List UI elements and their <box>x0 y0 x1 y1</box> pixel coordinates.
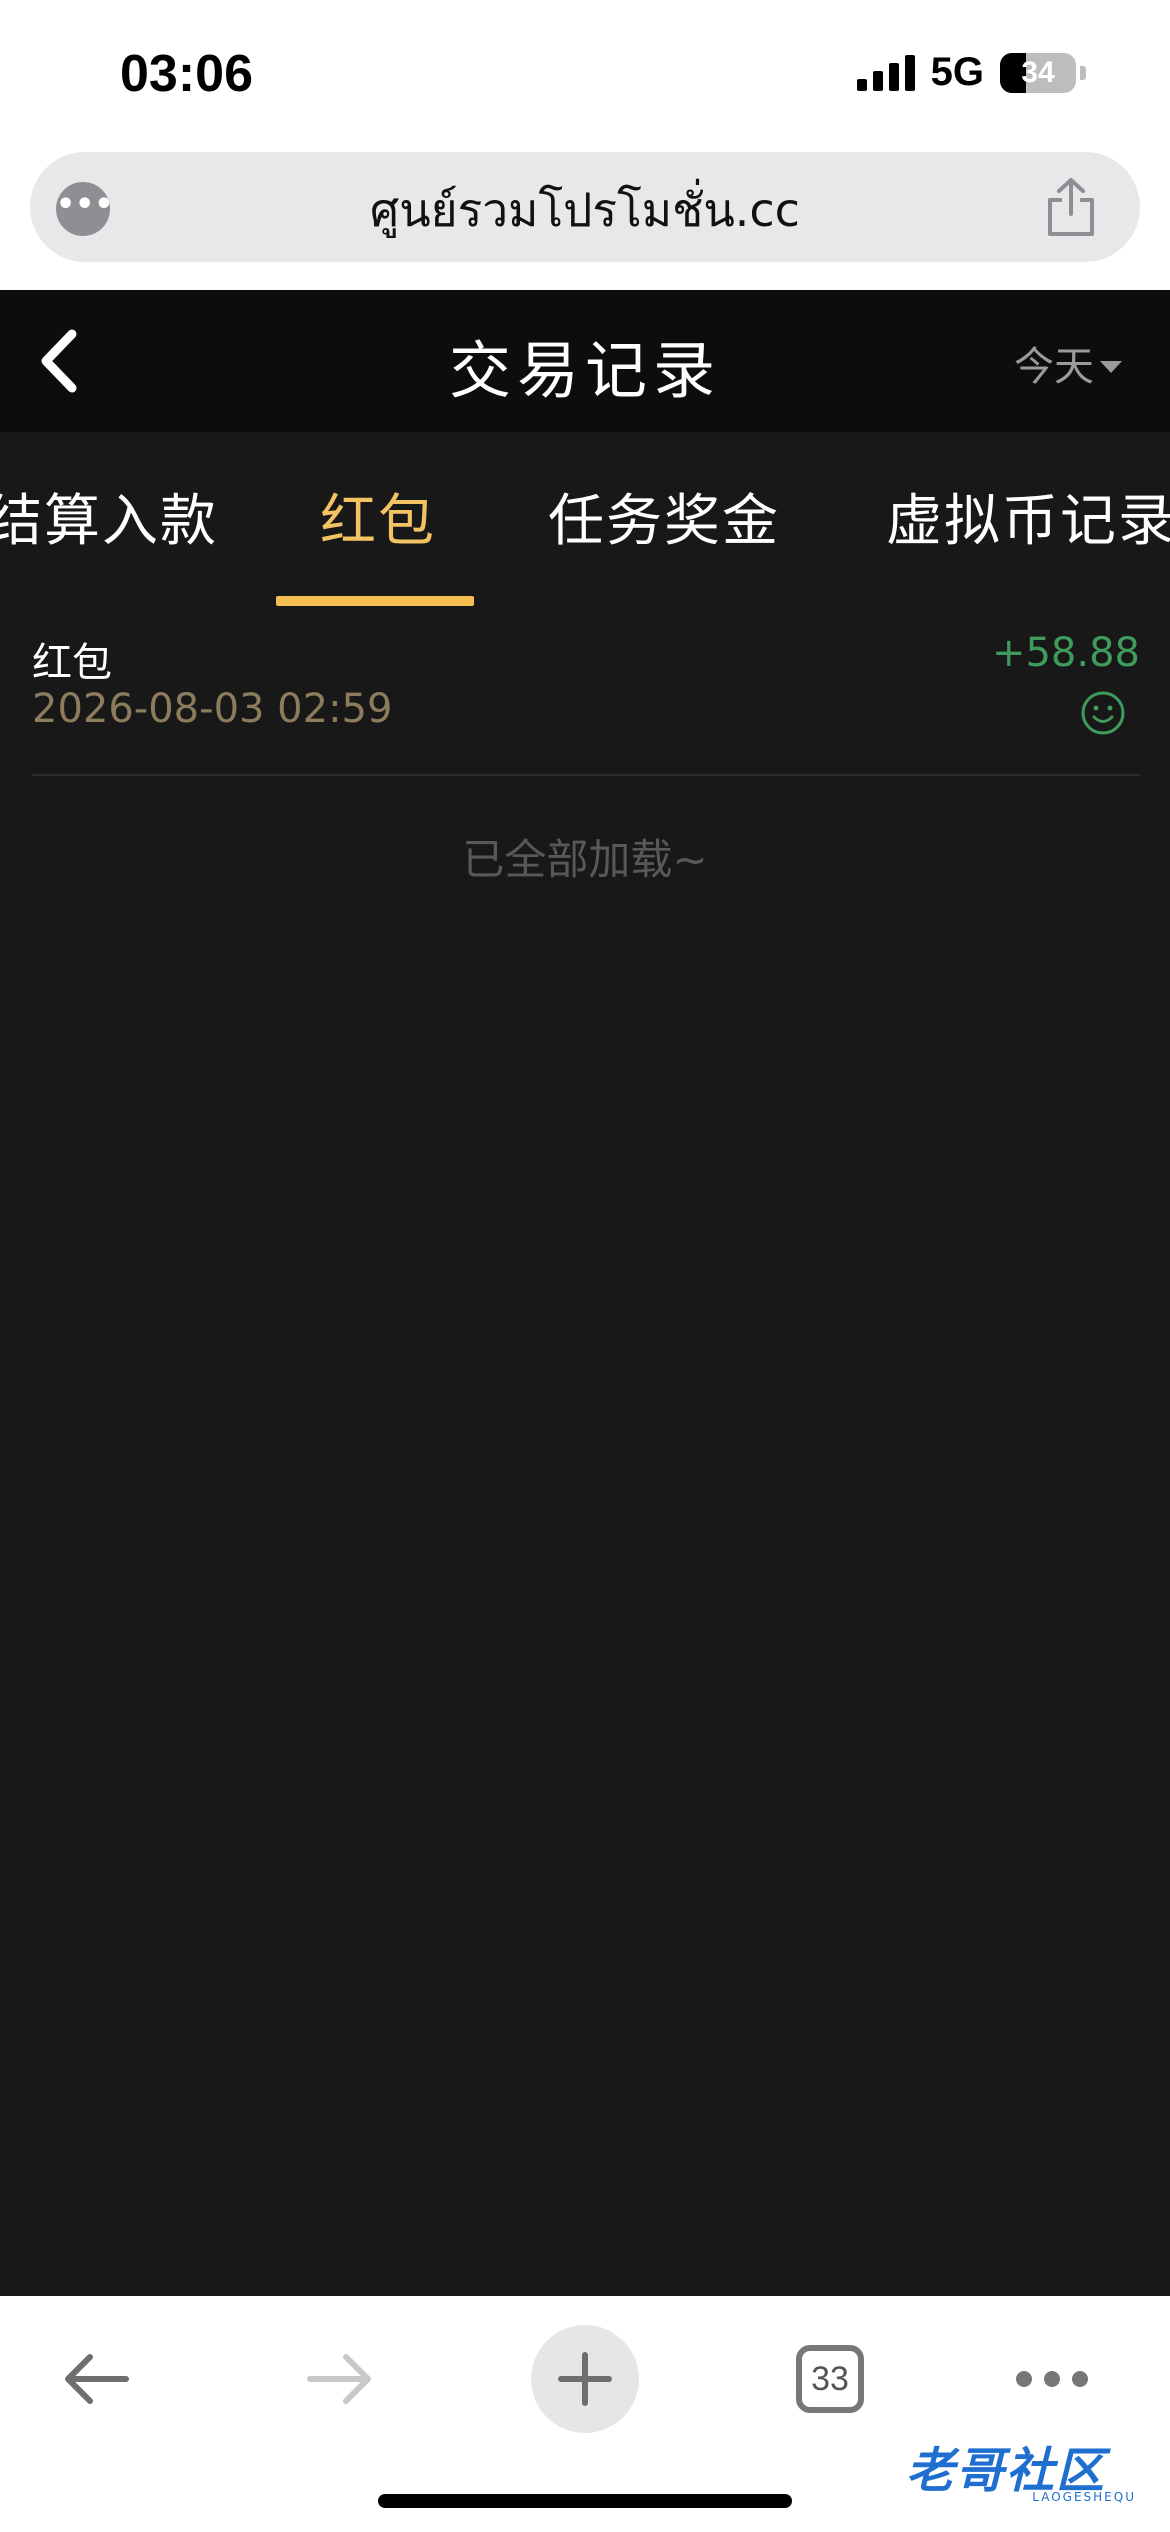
back-button[interactable] <box>36 2324 156 2434</box>
tab-crypto-records[interactable]: 虚拟币记录 <box>886 476 1170 557</box>
list-item[interactable]: 红包 2026-08-03 02:59 +58.88 <box>32 630 1140 776</box>
address-bar[interactable]: ••• ศูนย์รวมโปรโมชั่น.cc <box>30 152 1140 262</box>
tab-count: 33 <box>796 2345 864 2413</box>
new-tab-button[interactable] <box>525 2324 645 2434</box>
list-end-text: 已全部加载~ <box>462 835 708 884</box>
status-time: 03:06 <box>120 45 253 103</box>
battery-tip <box>1080 65 1086 80</box>
forward-button[interactable] <box>280 2324 400 2434</box>
tab-red-packet[interactable]: 红包 <box>320 476 436 557</box>
home-indicator[interactable] <box>378 2494 792 2508</box>
plus-circle <box>531 2325 639 2433</box>
tabs-button[interactable]: 33 <box>770 2324 890 2434</box>
browser-toolbar: 33 老哥社区 LAOGESHEQU <box>0 2296 1170 2532</box>
record-time: 2026-08-03 02:59 <box>32 686 393 732</box>
tab-task-bonus[interactable]: 任务奖金 <box>548 476 780 557</box>
battery-icon: 34 <box>1000 52 1076 93</box>
arrow-right-icon <box>307 2354 371 2404</box>
watermark-logo: 老哥社区 LAOGESHEQU <box>906 2426 1156 2506</box>
url-text[interactable]: ศูนย์รวมโปรโมชั่น.cc <box>30 174 1140 247</box>
smile-icon <box>1081 691 1125 735</box>
arrow-left-icon <box>65 2354 129 2404</box>
more-dots-icon <box>1016 2371 1088 2387</box>
record-type: 红包 <box>32 640 112 686</box>
tab-settlement-deposit[interactable]: 结算入款 <box>0 476 218 557</box>
network-type: 5G <box>930 50 984 94</box>
share-icon[interactable] <box>1044 176 1098 238</box>
battery-level: 34 <box>1021 55 1055 89</box>
active-tab-indicator <box>276 596 474 606</box>
app-content: 交易记录 今天 结算入款 红包 任务奖金 虚拟币记录 红包 2026-08-03… <box>0 290 1170 2296</box>
plus-icon <box>558 2352 612 2406</box>
tab-bar: 结算入款 红包 任务奖金 虚拟币记录 <box>0 432 1170 610</box>
page-title: 交易记录 <box>448 334 721 407</box>
watermark-subtext: LAOGESHEQU <box>1032 2490 1136 2504</box>
more-menu-button[interactable] <box>992 2324 1112 2434</box>
status-bar: 03:06 5G 34 <box>0 0 1170 150</box>
date-filter-dropdown[interactable]: 今天 <box>1014 334 1122 392</box>
page-header: 交易记录 今天 <box>0 290 1170 432</box>
signal-icon <box>856 54 915 91</box>
record-amount: +58.88 <box>991 630 1140 676</box>
date-filter-label: 今天 <box>1014 344 1094 390</box>
caret-down-icon <box>1100 361 1122 373</box>
status-indicators: 5G 34 <box>856 50 1086 95</box>
